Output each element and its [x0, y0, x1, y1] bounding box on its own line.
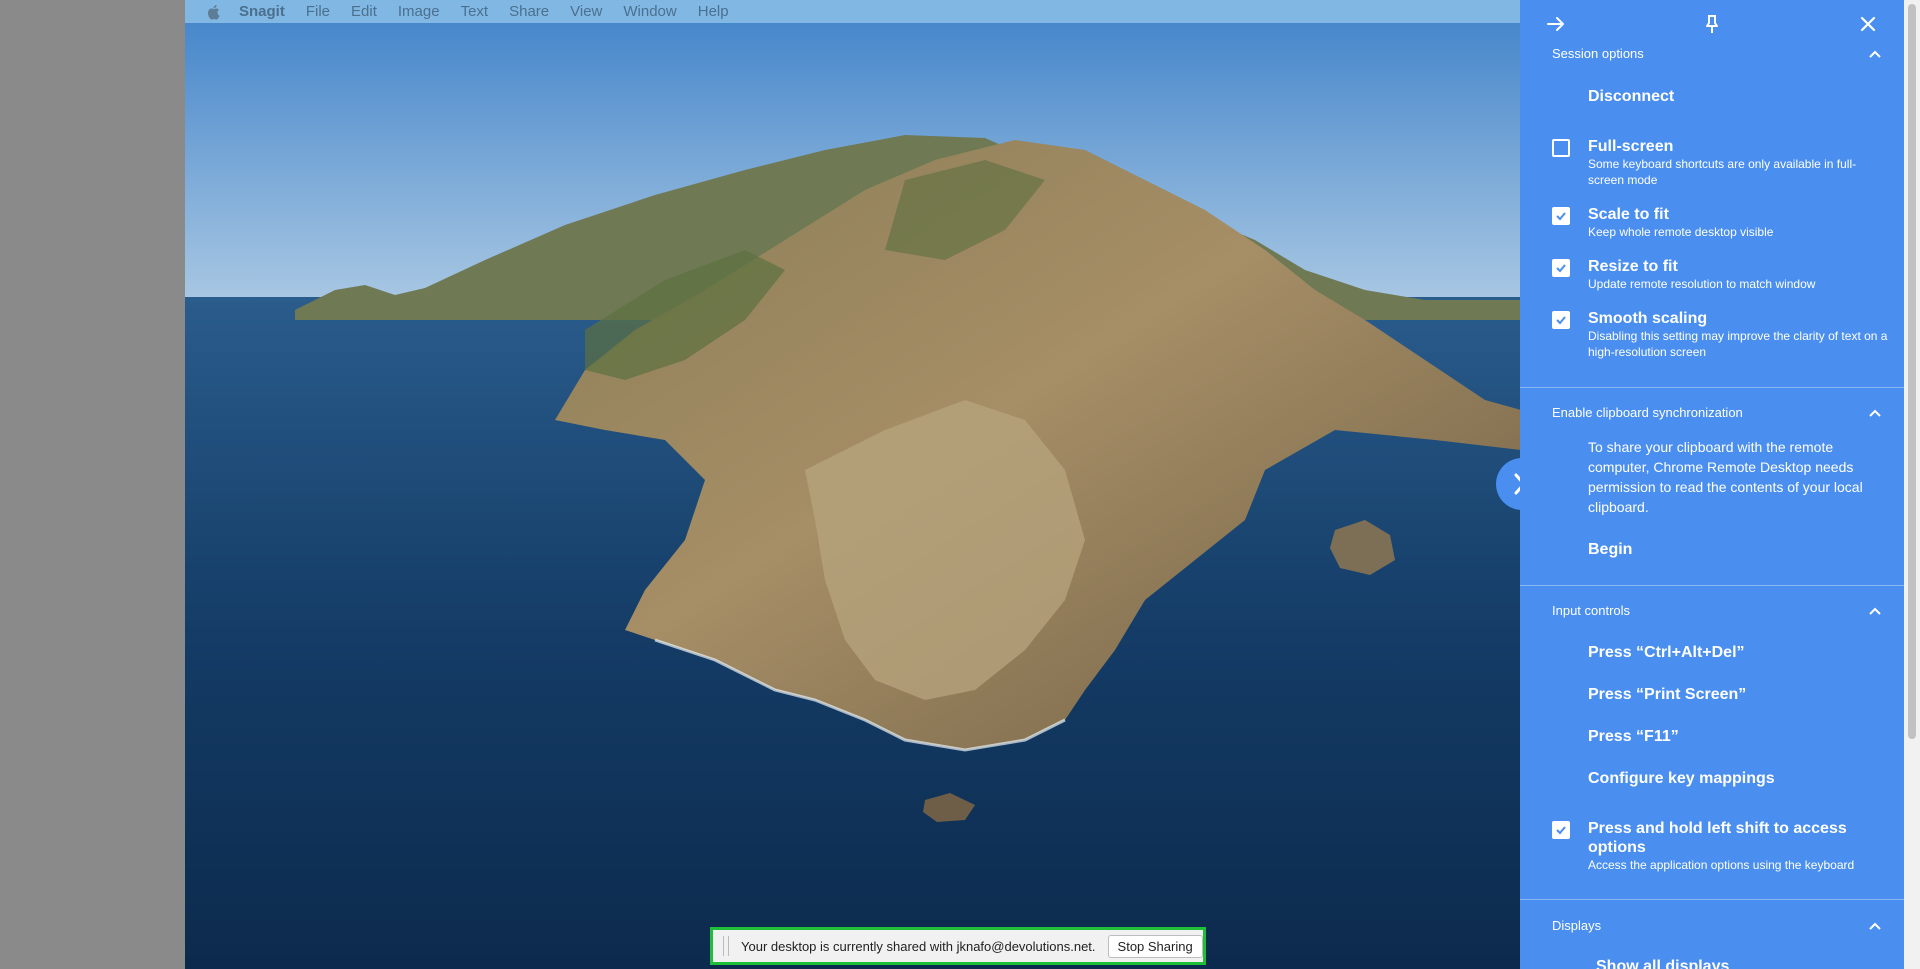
menu-file[interactable]: File: [306, 3, 330, 20]
screen-sharing-bar: Your desktop is currently shared with jk…: [710, 927, 1206, 965]
option-description: Disabling this setting may improve the c…: [1588, 329, 1888, 359]
option-title: Press and hold left shift to access opti…: [1588, 820, 1847, 856]
option-title: Resize to fit: [1588, 258, 1678, 275]
apple-logo-icon[interactable]: [207, 4, 221, 20]
smooth-scaling-checkbox[interactable]: [1552, 311, 1570, 329]
remote-desktop-options-panel: Session options Disconnect Full-screen S…: [1520, 0, 1904, 969]
menu-help[interactable]: Help: [698, 3, 729, 20]
option-description: Keep whole remote desktop visible: [1588, 225, 1774, 239]
menu-window[interactable]: Window: [623, 3, 676, 20]
remote-desktop-view[interactable]: [185, 0, 1521, 969]
menu-view[interactable]: View: [570, 3, 602, 20]
chevron-up-icon: [1869, 607, 1881, 615]
section-divider: [1520, 387, 1904, 388]
fullscreen-option[interactable]: Full-screen Some keyboard shortcuts are …: [1552, 137, 1892, 188]
displays-header[interactable]: Displays: [1552, 918, 1882, 933]
arrow-right-icon[interactable]: [1544, 12, 1568, 36]
show-all-displays-button[interactable]: Show all displays: [1596, 958, 1729, 969]
disconnect-button[interactable]: Disconnect: [1588, 88, 1674, 106]
resize-to-fit-checkbox[interactable]: [1552, 259, 1570, 277]
section-divider: [1520, 585, 1904, 586]
smooth-scaling-option[interactable]: Smooth scaling Disabling this setting ma…: [1552, 309, 1892, 360]
sharing-message: Your desktop is currently shared with jk…: [741, 938, 1096, 954]
input-controls-header[interactable]: Input controls: [1552, 603, 1882, 618]
menu-app-name[interactable]: Snagit: [239, 3, 285, 20]
drag-handle-icon[interactable]: [723, 936, 729, 956]
f11-button[interactable]: Press “F11”: [1588, 728, 1679, 746]
menu-image[interactable]: Image: [398, 3, 440, 20]
page-scrollbar[interactable]: [1904, 0, 1920, 969]
clipboard-sync-header[interactable]: Enable clipboard synchronization: [1552, 405, 1882, 420]
option-title: Smooth scaling: [1588, 310, 1708, 327]
shift-options-checkbox[interactable]: [1552, 821, 1570, 839]
option-title: Scale to fit: [1588, 206, 1669, 223]
chevron-up-icon: [1869, 922, 1881, 930]
option-description: Update remote resolution to match window: [1588, 277, 1816, 291]
menu-edit[interactable]: Edit: [351, 3, 377, 20]
section-title: Enable clipboard synchronization: [1552, 405, 1743, 420]
option-description: Access the application options using the…: [1588, 858, 1855, 872]
chevron-up-icon: [1869, 50, 1881, 58]
option-description: Some keyboard shortcuts are only availab…: [1588, 157, 1857, 187]
clipboard-permission-text: To share your clipboard with the remote …: [1588, 439, 1863, 515]
print-screen-button[interactable]: Press “Print Screen”: [1588, 686, 1746, 704]
scale-to-fit-checkbox[interactable]: [1552, 207, 1570, 225]
session-options-header[interactable]: Session options: [1552, 46, 1882, 61]
begin-button[interactable]: Begin: [1588, 541, 1632, 559]
resize-to-fit-option[interactable]: Resize to fit Update remote resolution t…: [1552, 257, 1892, 292]
ctrl-alt-del-button[interactable]: Press “Ctrl+Alt+Del”: [1588, 644, 1745, 662]
option-title: Full-screen: [1588, 138, 1674, 155]
scrollbar-thumb[interactable]: [1908, 4, 1916, 739]
configure-key-mappings-button[interactable]: Configure key mappings: [1588, 770, 1775, 788]
fullscreen-checkbox[interactable]: [1552, 139, 1570, 157]
pin-icon[interactable]: [1700, 12, 1724, 36]
shift-options-option[interactable]: Press and hold left shift to access opti…: [1552, 819, 1892, 873]
close-icon[interactable]: [1856, 12, 1880, 36]
section-divider: [1520, 899, 1904, 900]
section-title: Displays: [1552, 918, 1602, 933]
scale-to-fit-option[interactable]: Scale to fit Keep whole remote desktop v…: [1552, 205, 1892, 240]
section-title: Session options: [1552, 46, 1644, 61]
wallpaper-image: [185, 0, 1521, 969]
chevron-up-icon: [1869, 409, 1881, 417]
menu-share[interactable]: Share: [509, 3, 549, 20]
stop-sharing-button[interactable]: Stop Sharing: [1107, 934, 1203, 958]
menu-text[interactable]: Text: [461, 3, 489, 20]
section-title: Input controls: [1552, 603, 1631, 618]
mac-menu-bar: Snagit File Edit Image Text Share View W…: [185, 0, 1521, 23]
